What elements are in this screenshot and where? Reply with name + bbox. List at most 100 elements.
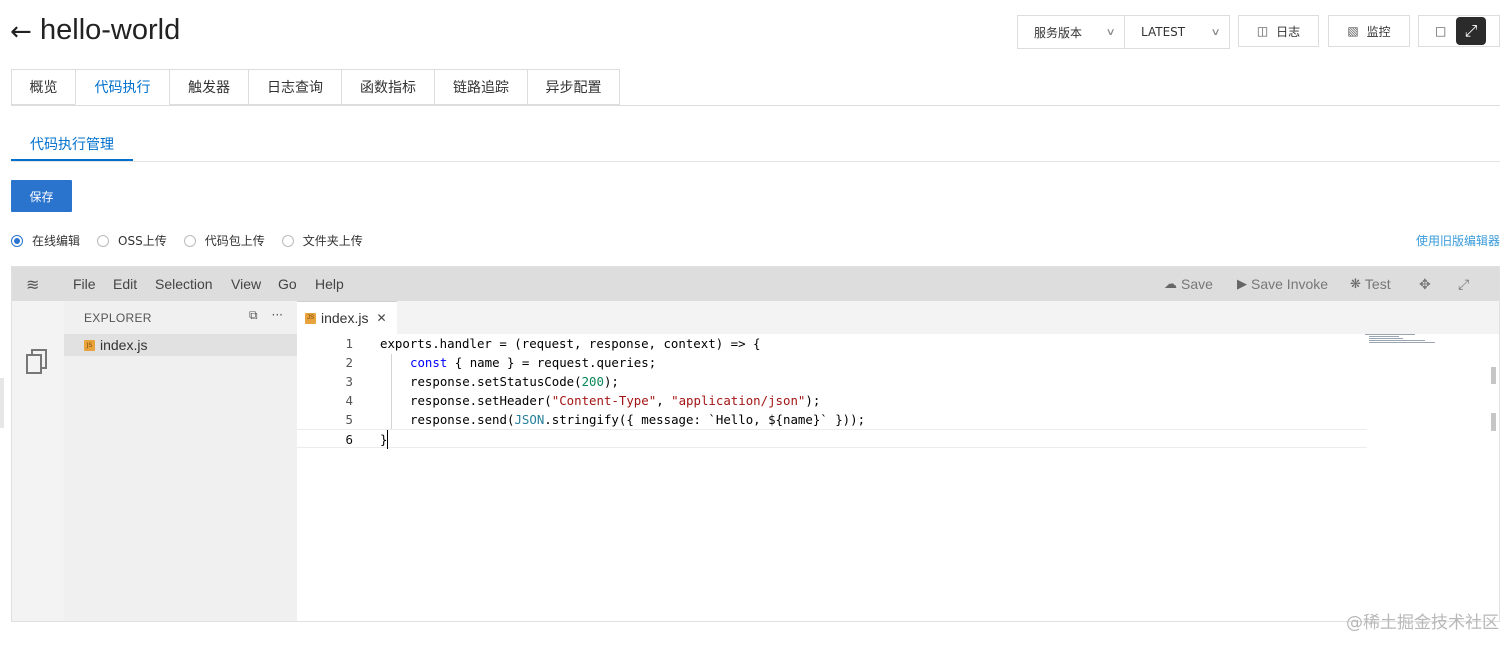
editor-tab-label: index.js	[321, 310, 369, 326]
explorer-title: EXPLORER	[84, 311, 152, 325]
code-fragment: ,	[656, 393, 672, 408]
code-fragment: );	[603, 374, 619, 389]
radio-label: 文件夹上传	[302, 234, 363, 248]
menu-help[interactable]: Help	[315, 276, 344, 292]
cloud-upload-icon: ☁	[1164, 276, 1177, 291]
chevron-down-icon: ∨	[1105, 26, 1116, 38]
code-line: 2 const { name } = request.queries;	[297, 353, 1367, 372]
version-value: LATEST	[1141, 25, 1186, 39]
upload-mode-radios: 在线编辑 OSS上传 代码包上传 文件夹上传	[11, 232, 380, 249]
keyword: const	[410, 355, 448, 370]
menu-selection[interactable]: Selection	[155, 276, 213, 292]
code-text: exports.handler = (request, response, co…	[380, 336, 761, 351]
editor-tabbar: JS index.js ✕	[297, 301, 1499, 334]
tab-code[interactable]: 代码执行	[75, 69, 169, 105]
menu-edit[interactable]: Edit	[113, 276, 137, 292]
radio-circle[interactable]	[97, 234, 110, 247]
radio-zip-upload[interactable]: 代码包上传	[183, 232, 265, 249]
code-text: response.setHeader("Content-Type", "appl…	[410, 391, 820, 410]
minimap-line	[1365, 334, 1415, 335]
line-number: 3	[345, 374, 353, 389]
tab-overview[interactable]: 概览	[11, 69, 75, 105]
code-line-active: 6 }	[297, 429, 1367, 449]
radio-label: 代码包上传	[204, 234, 265, 248]
ide-menubar: ≋ File Edit Selection View Go Help ☁ Sav…	[12, 267, 1499, 301]
close-icon[interactable]: ✕	[376, 311, 386, 325]
minimap-line	[1369, 336, 1399, 337]
subtab-divider	[11, 161, 1500, 162]
code-text: const { name } = request.queries;	[410, 353, 656, 372]
tool-test[interactable]: ❋ Test	[1350, 276, 1391, 292]
page-title: hello-world	[40, 14, 181, 46]
log-icon: ◫	[1256, 24, 1269, 38]
radio-online-edit[interactable]: 在线编辑	[11, 232, 80, 249]
old-editor-link[interactable]: 使用旧版编辑器	[1416, 232, 1500, 249]
number-literal: 200	[581, 374, 604, 389]
tool-test-label: Test	[1364, 276, 1391, 292]
fullscreen-icon[interactable]: ⤢	[1456, 17, 1486, 45]
explorer-file-item[interactable]: JS index.js	[64, 334, 297, 356]
code-content[interactable]: 1 exports.handler = (request, response, …	[297, 334, 1499, 621]
menu-go[interactable]: Go	[278, 276, 297, 292]
scrollbar-thumb[interactable]	[1491, 367, 1496, 384]
monitor-button[interactable]: ▧ 监控	[1328, 15, 1410, 47]
side-handle	[0, 378, 4, 428]
copy-icon: □	[1435, 24, 1447, 38]
move-icon[interactable]: ✥	[1419, 276, 1431, 293]
editor-area: JS index.js ✕ 1 exports.handler = (reque…	[297, 301, 1499, 621]
tool-save-invoke[interactable]: ▶ Save Invoke	[1237, 276, 1328, 292]
subtab-code-management[interactable]: 代码执行管理	[11, 128, 133, 161]
more-icon[interactable]: ···	[272, 308, 283, 323]
editor-tab-index-js[interactable]: JS index.js ✕	[297, 301, 397, 334]
chevron-down-icon: ∨	[1210, 26, 1221, 38]
save-button[interactable]: 保存	[11, 180, 72, 212]
code-editor-ide: ≋ File Edit Selection View Go Help ☁ Sav…	[11, 266, 1500, 622]
scrollbar-marker	[1491, 413, 1496, 431]
log-button-label: 日志	[1276, 24, 1301, 39]
log-button[interactable]: ◫ 日志	[1238, 15, 1319, 47]
code-text: response.send(JSON.stringify({ message: …	[410, 410, 865, 429]
tab-log-query[interactable]: 日志查询	[248, 69, 341, 105]
menu-file[interactable]: File	[73, 276, 96, 292]
tab-tracing[interactable]: 链路追踪	[434, 69, 527, 105]
line-number: 1	[345, 336, 353, 351]
chart-icon: ▧	[1347, 24, 1359, 38]
code-fragment: response.setStatusCode(	[410, 374, 582, 389]
string-literal: "application/json"	[671, 393, 806, 408]
code-fragment: response.send(	[410, 412, 515, 427]
watermark: @稀土掘金技术社区	[1346, 613, 1499, 633]
radio-circle[interactable]	[183, 234, 196, 247]
collapse-all-icon[interactable]: ⧉	[249, 308, 258, 323]
file-name: index.js	[100, 337, 148, 353]
line-number: 5	[345, 412, 353, 427]
bug-icon: ❋	[1350, 276, 1361, 291]
maximize-icon[interactable]: ⤢	[1458, 276, 1469, 293]
tool-save-label: Save	[1181, 276, 1213, 292]
radio-oss-upload[interactable]: OSS上传	[97, 232, 167, 249]
radio-circle[interactable]	[11, 234, 23, 247]
tab-metrics[interactable]: 函数指标	[341, 69, 434, 105]
minimap[interactable]	[1365, 334, 1435, 344]
radio-folder-upload[interactable]: 文件夹上传	[281, 232, 363, 249]
menu-view[interactable]: View	[231, 276, 261, 292]
version-value-select[interactable]: LATEST ∨	[1125, 16, 1229, 48]
js-file-icon: JS	[305, 312, 316, 324]
code-fragment: .stringify({ message: `Hello, ${name}` }…	[544, 412, 866, 427]
files-icon[interactable]	[26, 349, 48, 375]
radio-circle[interactable]	[281, 234, 294, 247]
class-name: JSON	[514, 412, 545, 427]
ide-logo-icon: ≋	[26, 275, 40, 294]
tab-async-config[interactable]: 异步配置	[527, 69, 620, 105]
radio-label: OSS上传	[118, 234, 167, 248]
code-text: }	[380, 430, 389, 449]
tab-triggers[interactable]: 触发器	[169, 69, 248, 105]
service-version-select[interactable]: 服务版本 ∨	[1018, 16, 1125, 48]
tool-save[interactable]: ☁ Save	[1164, 276, 1213, 292]
version-selector: 服务版本 ∨ LATEST ∨	[1017, 15, 1230, 49]
code-text: response.setStatusCode(200);	[410, 372, 619, 391]
back-arrow-icon[interactable]: ←	[10, 18, 32, 46]
code-line: 4 response.setHeader("Content-Type", "ap…	[297, 391, 1367, 410]
radio-label: 在线编辑	[32, 234, 81, 248]
monitor-button-label: 监控	[1366, 24, 1391, 39]
code-fragment: response.setHeader(	[410, 393, 552, 408]
